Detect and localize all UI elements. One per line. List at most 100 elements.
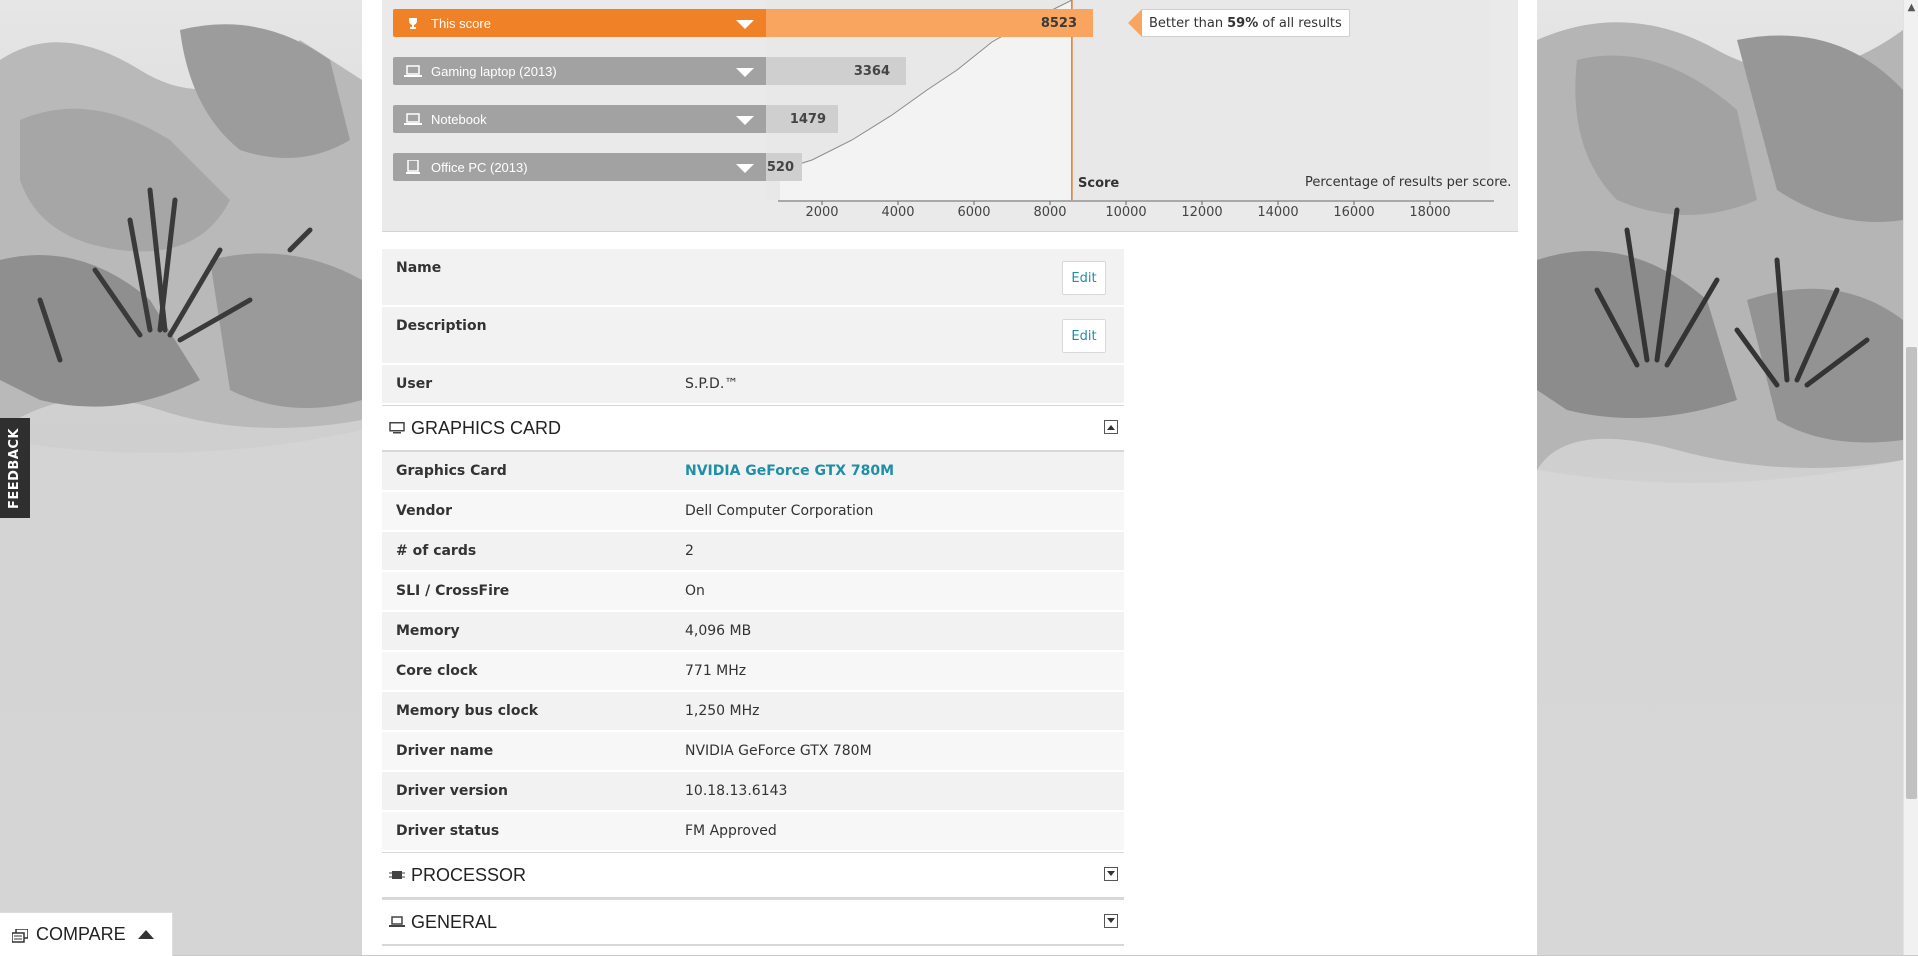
chevron-down-icon[interactable]: [736, 164, 754, 173]
score-bar-label[interactable]: Notebook: [393, 105, 766, 133]
detail-key: Graphics Card: [396, 463, 507, 479]
expand-icon[interactable]: [1104, 914, 1118, 928]
background-scenery-right: [1537, 0, 1903, 955]
score-bar-name: Office PC (2013): [431, 159, 528, 175]
detail-row: Driver version 10.18.13.6143: [382, 772, 1124, 812]
page-scrollbar[interactable]: ▲: [1903, 0, 1918, 955]
feedback-tab[interactable]: FEEDBACK: [0, 418, 30, 518]
detail-key: Driver status: [396, 823, 500, 839]
detail-value: 2: [685, 543, 694, 559]
scrollbar-thumb[interactable]: [1906, 347, 1917, 799]
section-title: GENERAL: [411, 911, 498, 932]
laptop-icon: [399, 105, 427, 133]
section-processor[interactable]: PROCESSOR: [382, 852, 1124, 899]
detail-key: Description: [396, 318, 487, 334]
score-bar-name: Notebook: [431, 111, 487, 127]
detail-key: User: [396, 376, 433, 392]
score-distribution-chart: This score 8523 Gaming laptop (2013) 336…: [382, 0, 1518, 232]
score-bar-label[interactable]: Office PC (2013): [393, 153, 766, 181]
compare-label: COMPARE: [36, 924, 126, 944]
detail-key: SLI / CrossFire: [396, 583, 510, 599]
detail-row: Vendor Dell Computer Corporation: [382, 492, 1124, 532]
x-tick-label: 8000: [1033, 205, 1067, 220]
detail-value: On: [685, 583, 705, 599]
monitor-icon: [388, 421, 406, 435]
expand-icon[interactable]: [1104, 867, 1118, 881]
score-bar-value: 3364: [766, 57, 906, 85]
chevron-down-icon[interactable]: [736, 116, 754, 125]
detail-value: 1,250 MHz: [685, 703, 760, 719]
detail-row: SLI / CrossFire On: [382, 572, 1124, 612]
x-tick-label: 2000: [805, 205, 839, 220]
score-bar-label[interactable]: This score: [393, 9, 766, 37]
detail-row: Graphics Card NVIDIA GeForce GTX 780M: [382, 452, 1124, 492]
detail-row-name: Name Edit: [382, 249, 1124, 307]
x-tick-label: 4000: [881, 205, 915, 220]
edit-description-button[interactable]: Edit: [1062, 319, 1106, 353]
detail-row-description: Description Edit: [382, 307, 1124, 365]
detail-key: Core clock: [396, 663, 478, 679]
detail-key: Memory bus clock: [396, 703, 539, 719]
chart-caption: Percentage of results per score.: [1305, 175, 1512, 190]
chevron-up-icon[interactable]: [137, 930, 154, 939]
detail-row-user: User S.P.D.™: [382, 365, 1124, 405]
x-tick-label: 12000: [1181, 205, 1223, 220]
section-title: GRAPHICS CARD: [411, 417, 562, 438]
background-scenery-left: [0, 0, 362, 955]
scroll-up-arrow-icon[interactable]: ▲: [1904, 0, 1918, 15]
tooltip-prefix: Better than: [1149, 15, 1224, 31]
desktop-icon: [399, 153, 427, 181]
section-title: PROCESSOR: [411, 864, 527, 885]
detail-key: Driver name: [396, 743, 494, 759]
detail-key: Driver version: [396, 783, 508, 799]
processor-icon: [388, 868, 406, 882]
main-content: This score 8523 Gaming laptop (2013) 336…: [362, 0, 1537, 955]
detail-row: # of cards 2: [382, 532, 1124, 572]
graphics-card-rows: Graphics Card NVIDIA GeForce GTX 780M Vend…: [382, 452, 1124, 852]
detail-value: FM Approved: [685, 823, 777, 839]
score-bar-label[interactable]: Gaming laptop (2013): [393, 57, 766, 85]
section-general[interactable]: GENERAL: [382, 899, 1124, 946]
detail-value: 10.18.13.6143: [685, 783, 788, 799]
detail-value: 4,096 MB: [685, 623, 752, 639]
compare-bar[interactable]: COMPARE: [0, 912, 173, 956]
compare-icon: [11, 927, 29, 943]
score-bar-value: 520: [766, 153, 802, 181]
detail-row: Core clock 771 MHz: [382, 652, 1124, 692]
detail-row: Memory 4,096 MB: [382, 612, 1124, 652]
x-tick-label: 6000: [957, 205, 991, 220]
detail-key: # of cards: [396, 543, 477, 559]
x-tick-label: 14000: [1257, 205, 1299, 220]
score-axis-label: Score: [1078, 176, 1120, 191]
detail-row: Memory bus clock 1,250 MHz: [382, 692, 1124, 732]
detail-value: S.P.D.™: [685, 376, 739, 392]
percentile-tooltip: Better than 59% of all results: [1128, 9, 1350, 37]
tooltip-suffix: of all results: [1262, 15, 1342, 31]
graphics-card-link[interactable]: NVIDIA GeForce GTX 780M: [685, 463, 894, 479]
detail-row: Driver name NVIDIA GeForce GTX 780M: [382, 732, 1124, 772]
laptop-icon: [399, 57, 427, 85]
trophy-icon: [399, 9, 427, 37]
feedback-label: FEEDBACK: [7, 427, 23, 509]
detail-value: 771 MHz: [685, 663, 747, 679]
collapse-icon[interactable]: [1104, 420, 1118, 434]
tooltip-percent: 59%: [1227, 15, 1259, 31]
score-bar-name: Gaming laptop (2013): [431, 63, 557, 79]
score-bar-value: 8523: [766, 9, 1093, 37]
laptop-icon: [388, 915, 406, 929]
score-bar-name: This score: [431, 15, 491, 31]
x-tick-label: 18000: [1409, 205, 1451, 220]
x-tick-label: 16000: [1333, 205, 1375, 220]
edit-name-button[interactable]: Edit: [1062, 261, 1106, 295]
detail-row: Driver status FM Approved: [382, 812, 1124, 852]
result-details: Name Edit Description Edit User S.P.D.™ …: [382, 249, 1124, 946]
x-tick-label: 10000: [1105, 205, 1147, 220]
score-bar-value: 1479: [766, 105, 838, 133]
detail-key: Vendor: [396, 503, 453, 519]
detail-key: Memory: [396, 623, 460, 639]
chevron-down-icon[interactable]: [736, 68, 754, 77]
chevron-down-icon[interactable]: [736, 20, 754, 29]
section-graphics-card[interactable]: GRAPHICS CARD: [382, 405, 1124, 452]
detail-key: Name: [396, 260, 442, 276]
detail-value: Dell Computer Corporation: [685, 503, 874, 519]
